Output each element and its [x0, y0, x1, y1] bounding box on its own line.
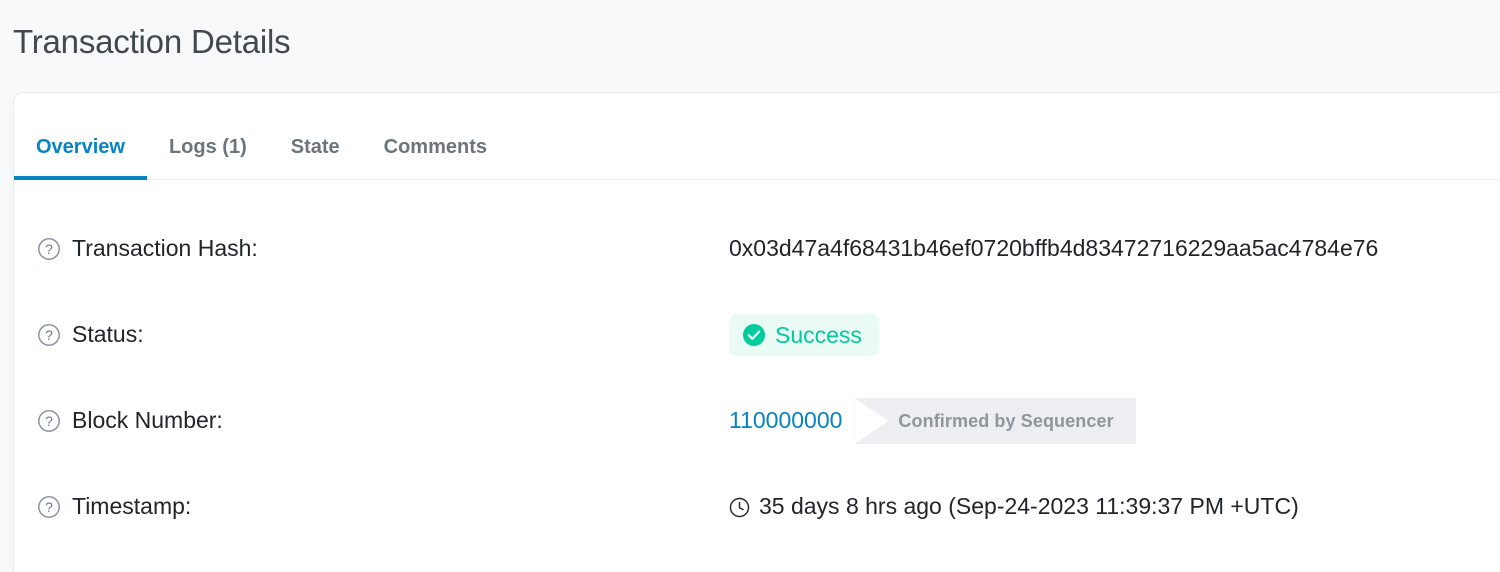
- question-circle-icon[interactable]: ?: [37, 323, 61, 347]
- block-number-value-group: 110000000 Confirmed by Sequencer: [729, 398, 1500, 444]
- svg-text:?: ?: [45, 499, 53, 515]
- sequencer-confirmation-banner: Confirmed by Sequencer: [854, 398, 1136, 444]
- status-label: Status:: [72, 321, 144, 348]
- timestamp-label-group: ? Timestamp:: [37, 493, 729, 521]
- clock-icon: [729, 497, 750, 518]
- block-number-link[interactable]: 110000000: [729, 407, 842, 435]
- timestamp-label: Timestamp:: [72, 493, 192, 520]
- row-transaction-hash: ? Transaction Hash: 0x03d47a4f68431b46ef…: [14, 206, 1500, 292]
- question-circle-icon[interactable]: ?: [37, 495, 61, 519]
- details-card: Overview Logs (1) State Comments ? Trans…: [13, 92, 1500, 572]
- svg-text:?: ?: [45, 413, 53, 429]
- status-label-group: ? Status:: [37, 321, 729, 349]
- tab-logs[interactable]: Logs (1): [169, 137, 247, 179]
- transaction-hash-label: Transaction Hash:: [72, 235, 258, 262]
- check-circle-icon: [742, 323, 766, 347]
- tab-overview-label: Overview: [36, 136, 125, 158]
- timestamp-value-group: 35 days 8 hrs ago (Sep-24-2023 11:39:37 …: [729, 493, 1500, 521]
- block-number-label: Block Number:: [72, 407, 223, 434]
- sequencer-confirmation-label: Confirmed by Sequencer: [898, 411, 1114, 431]
- transaction-hash-value-group: 0x03d47a4f68431b46ef0720bffb4d8347271622…: [729, 234, 1500, 264]
- tab-logs-label: Logs (1): [168, 136, 247, 158]
- page-title: Transaction Details: [13, 22, 291, 60]
- banner-notch: [854, 398, 889, 444]
- row-block-number: ? Block Number: 110000000 Confirmed by S…: [14, 378, 1500, 464]
- tab-bar: Overview Logs (1) State Comments: [14, 93, 1500, 180]
- tab-state-label: State: [290, 136, 340, 158]
- block-number-label-group: ? Block Number:: [37, 407, 729, 435]
- timestamp-value: 35 days 8 hrs ago (Sep-24-2023 11:39:37 …: [759, 493, 1299, 520]
- timestamp-wrap: 35 days 8 hrs ago (Sep-24-2023 11:39:37 …: [729, 493, 1299, 521]
- svg-text:?: ?: [45, 327, 53, 343]
- row-status: ? Status: Success: [14, 292, 1500, 378]
- status-badge: Success: [729, 314, 879, 356]
- svg-text:?: ?: [45, 241, 53, 257]
- tab-comments[interactable]: Comments: [384, 137, 487, 179]
- status-value-group: Success: [729, 314, 1500, 356]
- tab-comments-label: Comments: [383, 136, 487, 158]
- question-circle-icon[interactable]: ?: [37, 409, 61, 433]
- tab-state[interactable]: State: [291, 137, 340, 179]
- row-timestamp: ? Timestamp: 35 days 8 hrs ago (Sep-24-2…: [14, 464, 1500, 550]
- status-badge-label: Success: [775, 321, 862, 348]
- transaction-hash-label-group: ? Transaction Hash:: [37, 235, 729, 263]
- detail-rows: ? Transaction Hash: 0x03d47a4f68431b46ef…: [14, 180, 1500, 550]
- transaction-details-page: Transaction Details Overview Logs (1) St…: [0, 0, 1500, 572]
- transaction-hash-value[interactable]: 0x03d47a4f68431b46ef0720bffb4d8347271622…: [729, 234, 1378, 264]
- question-circle-icon[interactable]: ?: [37, 237, 61, 261]
- tab-overview[interactable]: Overview: [14, 136, 147, 180]
- page-header: Transaction Details: [0, 0, 1500, 84]
